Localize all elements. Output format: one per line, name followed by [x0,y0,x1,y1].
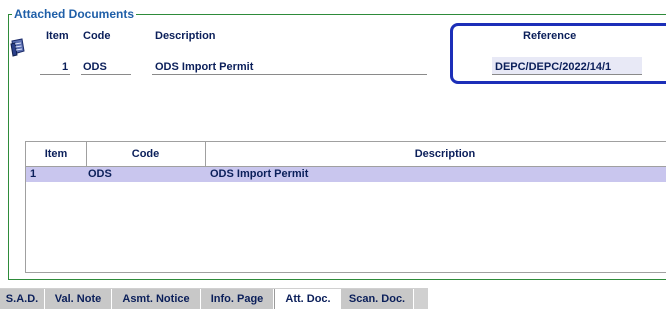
tab-scan-doc[interactable]: Scan. Doc. [341,289,414,309]
tab-att-doc[interactable]: Att. Doc. [274,289,342,309]
description-header: Description [155,30,216,42]
grid-header: Item Code Description [26,142,666,167]
item-field[interactable]: 1 [62,61,68,73]
item-header: Item [46,30,69,42]
tab-sad[interactable]: S.A.D. [0,289,45,309]
tab-info-page[interactable]: Info. Page [201,289,274,309]
item-field-underline [40,74,70,75]
reference-highlight-box [450,23,666,84]
code-header: Code [83,30,111,42]
tab-asmt-notice[interactable]: Asmt. Notice [112,289,201,309]
code-field-underline [81,74,131,75]
documents-grid[interactable]: Item Code Description 1 ODS ODS Import P… [25,141,666,273]
grid-column-description[interactable]: Description [206,142,666,166]
document-scroll-icon[interactable] [9,38,27,58]
row-code: ODS [88,168,112,180]
grid-column-item[interactable]: Item [26,142,87,166]
code-field[interactable]: ODS [83,61,107,73]
row-item: 1 [30,168,37,180]
tab-val-note[interactable]: Val. Note [45,289,112,309]
grid-column-code[interactable]: Code [86,142,206,166]
table-row[interactable]: 1 ODS ODS Import Permit [26,167,666,182]
description-field-underline [152,74,427,75]
description-field[interactable]: ODS Import Permit [155,61,253,73]
section-legend: Attached Documents [12,7,137,21]
row-description: ODS Import Permit [210,168,309,180]
